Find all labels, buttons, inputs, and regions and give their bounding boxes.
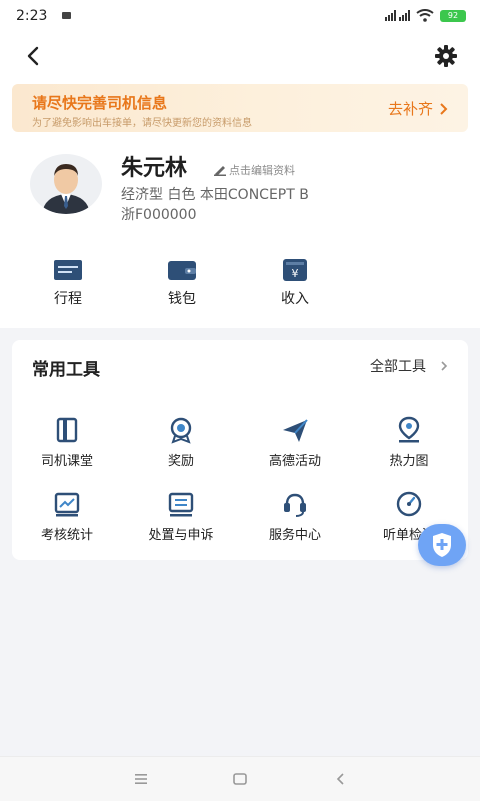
banner-title: 请尽快完善司机信息 <box>32 94 168 112</box>
nav-back-icon[interactable] <box>331 769 351 789</box>
banner-action-label: 去补齐 <box>387 100 433 118</box>
chevron-right-icon <box>441 361 448 371</box>
driver-avatar-icon <box>42 164 90 214</box>
complete-info-banner[interactable]: 请尽快完善司机信息 为了避免影响出车接单，请尽快更新您的资料信息 去补齐 <box>12 84 468 132</box>
tool-label: 处置与申诉 <box>148 528 214 543</box>
app-header <box>0 32 480 78</box>
car-info: 经济型 白色 本田CONCEPT B <box>121 187 309 203</box>
quick-action-income[interactable]: ¥ 收入 <box>263 258 327 308</box>
tools-title: 常用工具 <box>32 360 100 380</box>
tool-heatmap[interactable]: 热力图 <box>361 416 457 469</box>
gauge-icon <box>396 491 422 517</box>
quick-action-label: 行程 <box>54 291 82 307</box>
itinerary-icon <box>54 260 82 280</box>
driver-name: 朱元林 <box>121 156 188 181</box>
banner-subtitle: 为了避免影响出车接单，请尽快更新您的资料信息 <box>32 118 252 129</box>
signal-icon <box>385 10 410 21</box>
battery-icon: 92 <box>440 9 466 22</box>
svg-text:¥: ¥ <box>292 267 299 280</box>
pencil-icon <box>214 166 226 176</box>
wallet-icon <box>168 261 196 280</box>
tool-label: 服务中心 <box>268 528 321 543</box>
headset-icon <box>284 493 306 517</box>
back-icon[interactable] <box>20 42 48 70</box>
edit-profile-link[interactable]: 点击编辑资料 <box>213 162 295 178</box>
paper-plane-icon <box>283 419 308 442</box>
tool-assessment-stats[interactable]: 考核统计 <box>19 490 115 543</box>
all-tools-label: 全部工具 <box>370 359 426 375</box>
edit-profile-label: 点击编辑资料 <box>229 164 295 177</box>
tools-card: 常用工具 全部工具 司机课堂 奖励 高德活动 热力图 考核统计 处置与申诉 服务… <box>12 340 468 560</box>
quick-action-itinerary[interactable]: 行程 <box>36 258 100 308</box>
menu-icon[interactable] <box>131 769 151 789</box>
avatar[interactable] <box>30 154 102 214</box>
tool-driver-class[interactable]: 司机课堂 <box>19 416 115 469</box>
tool-reward[interactable]: 奖励 <box>133 416 229 469</box>
status-bar: 2:23 92 <box>0 0 480 32</box>
quick-action-label: 钱包 <box>168 291 196 307</box>
tool-label: 考核统计 <box>40 528 93 543</box>
tool-service-center[interactable]: 服务中心 <box>247 490 343 543</box>
book-icon <box>56 417 78 443</box>
chart-icon <box>54 492 80 517</box>
sim-icon <box>62 12 71 19</box>
gear-icon[interactable] <box>432 42 460 70</box>
status-indicators: 92 <box>385 9 466 22</box>
tool-label: 热力图 <box>389 454 429 469</box>
banner-action[interactable]: 去补齐 <box>388 98 448 119</box>
tool-label: 司机课堂 <box>40 454 93 469</box>
chevron-right-icon <box>440 102 448 115</box>
floating-add-button[interactable] <box>418 524 466 566</box>
wifi-icon <box>416 9 434 22</box>
system-nav-bar <box>0 756 480 801</box>
income-icon: ¥ <box>283 259 307 281</box>
message-icon <box>168 492 194 517</box>
status-time: 2:23 <box>16 8 48 24</box>
tool-amap-activity[interactable]: 高德活动 <box>247 416 343 469</box>
tool-label: 高德活动 <box>268 454 321 469</box>
map-pin-icon <box>398 416 420 443</box>
license-plate: 浙F000000 <box>121 207 197 223</box>
shield-plus-icon <box>433 533 451 557</box>
quick-action-label: 收入 <box>281 291 309 307</box>
home-icon[interactable] <box>230 769 250 789</box>
tool-disposal-appeal[interactable]: 处置与申诉 <box>133 490 229 543</box>
quick-action-wallet[interactable]: 钱包 <box>150 258 214 308</box>
tool-label: 奖励 <box>167 454 194 469</box>
medal-icon <box>170 417 192 444</box>
all-tools-link[interactable]: 全部工具 <box>370 356 448 376</box>
